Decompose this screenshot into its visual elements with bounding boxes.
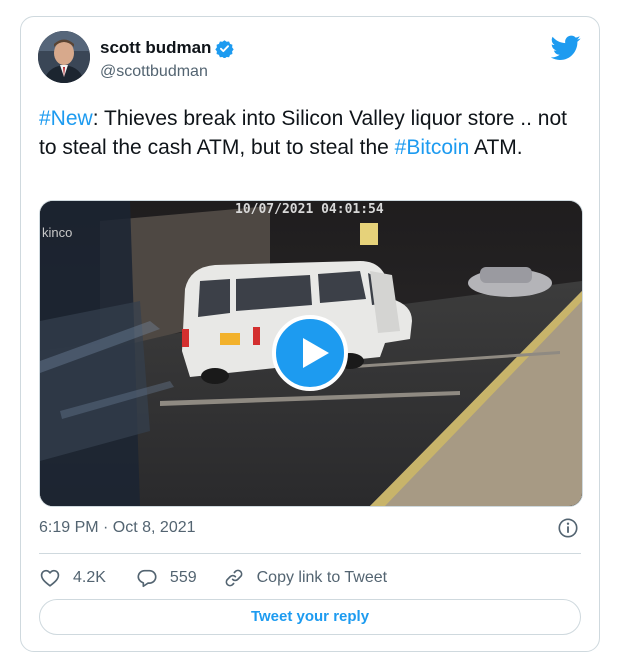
tweet-your-reply-button[interactable]: Tweet your reply: [39, 599, 581, 635]
hashtag-new[interactable]: #New: [39, 107, 93, 130]
reply-button[interactable]: 559: [136, 567, 197, 589]
like-count: 4.2K: [73, 569, 106, 586]
copy-link-button[interactable]: Copy link to Tweet: [223, 567, 387, 589]
info-icon[interactable]: [557, 517, 579, 539]
tweet-card: scott budman @scottbudman #New: Thieves …: [20, 16, 600, 652]
twitter-bird-icon[interactable]: [551, 35, 581, 61]
heart-icon: [40, 569, 60, 587]
divider: [39, 553, 581, 554]
author-name-row[interactable]: scott budman: [100, 38, 235, 58]
author-handle[interactable]: @scottbudman: [100, 63, 208, 81]
like-button[interactable]: 4.2K: [39, 567, 106, 589]
video-player[interactable]: 10/07/2021 04:01:54 kinco: [39, 200, 583, 507]
play-icon[interactable]: [272, 315, 348, 391]
link-icon: [225, 569, 243, 587]
video-overlay-sign: kinco: [42, 225, 72, 240]
hashtag-bitcoin[interactable]: #Bitcoin: [395, 136, 470, 159]
copy-link-label: Copy link to Tweet: [256, 569, 388, 586]
verified-badge-icon: [215, 39, 235, 58]
video-overlay-date: 10/07/2021 04:01:54: [235, 202, 384, 217]
avatar-image: [38, 31, 90, 83]
speech-bubble-icon: [137, 569, 157, 588]
author-name[interactable]: scott budman: [100, 38, 211, 58]
tweet-actions: 4.2K 559 Copy link to Tweet: [39, 565, 387, 591]
tweet-timestamp[interactable]: 6:19 PM · Oct 8, 2021: [39, 519, 196, 537]
avatar[interactable]: [38, 31, 90, 83]
reply-count: 559: [169, 569, 197, 586]
tweet-text-end: ATM.: [469, 136, 523, 159]
tweet-text: #New: Thieves break into Silicon Valley …: [39, 104, 587, 162]
